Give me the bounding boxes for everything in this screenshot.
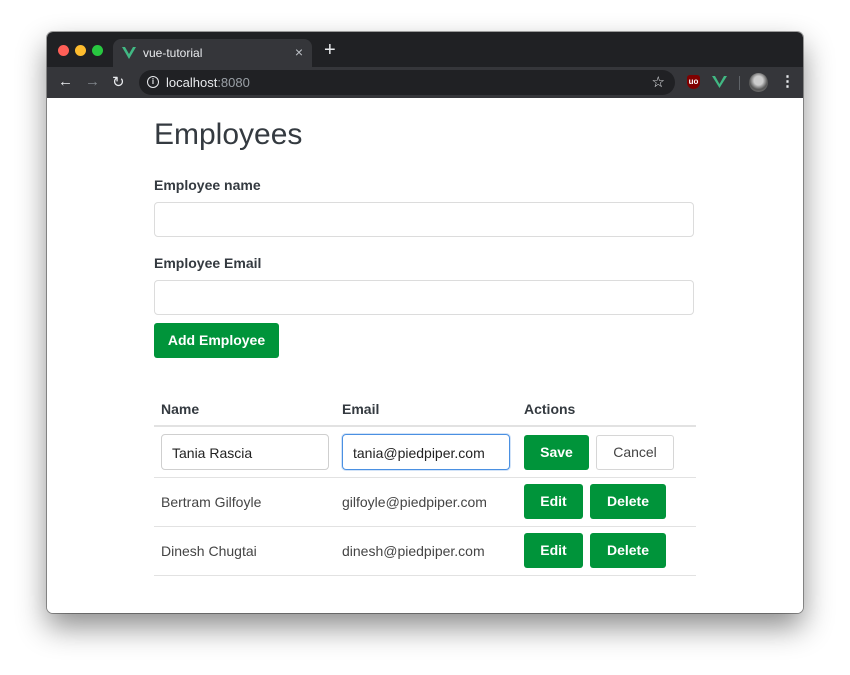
employee-email: gilfoyle@piedpiper.com [342,494,487,510]
edit-button[interactable]: Edit [524,533,583,568]
star-icon[interactable]: ☆ [652,73,665,91]
employee-email-label: Employee Email [154,255,262,271]
forward-arrow-icon[interactable]: → [85,73,100,90]
employee-email-input[interactable] [154,280,694,315]
url-host: localhost [166,75,218,90]
employee-name: Bertram Gilfoyle [161,494,262,510]
row-divider [154,477,696,478]
maximize-window-button[interactable] [92,45,103,56]
employee-name-label: Employee name [154,177,261,193]
reload-icon[interactable]: ↻ [112,73,125,91]
close-tab-icon[interactable]: × [295,44,303,60]
cancel-button[interactable]: Cancel [596,435,674,470]
menu-icon[interactable]: ⋮ [780,72,795,90]
avatar[interactable] [749,73,768,92]
browser-toolbar: ← → ↻ i localhost:8080 ☆ uo ⋮ [47,67,803,98]
column-header-name: Name [161,401,200,417]
vue-favicon-icon [122,47,136,59]
tab-strip: vue-tutorial × + [47,32,803,67]
page-content: Employees Employee name Employee Email A… [47,98,803,613]
employee-name: Dinesh Chugtai [161,543,257,559]
minimize-window-button[interactable] [75,45,86,56]
employee-name-input[interactable] [154,202,694,237]
ublock-icon[interactable]: uo [687,75,700,89]
info-icon[interactable]: i [147,76,159,88]
browser-window: vue-tutorial × + ← → ↻ i localhost:8080 … [47,32,803,613]
column-header-email: Email [342,401,380,417]
browser-tab[interactable]: vue-tutorial × [113,39,312,67]
url-port: :8080 [217,75,250,90]
save-button[interactable]: Save [524,435,589,470]
back-arrow-icon[interactable]: ← [58,73,73,90]
edit-name-input[interactable]: Tania Rascia [161,434,329,470]
toolbar-separator [739,76,740,90]
add-employee-button[interactable]: Add Employee [154,323,279,358]
close-window-button[interactable] [58,45,69,56]
new-tab-button[interactable]: + [324,40,336,60]
column-header-actions: Actions [524,401,576,417]
url-text: localhost:8080 [166,75,250,90]
vue-devtools-icon[interactable] [712,75,727,89]
edit-button[interactable]: Edit [524,484,583,519]
employee-email: dinesh@piedpiper.com [342,543,485,559]
header-divider [154,425,696,427]
page-title: Employees [154,118,303,151]
row-divider [154,575,696,576]
tab-title: vue-tutorial [143,46,203,60]
delete-button[interactable]: Delete [590,533,666,568]
row-divider [154,526,696,527]
edit-email-input[interactable]: tania@piedpiper.com [342,434,510,470]
address-bar[interactable]: i localhost:8080 ☆ [139,70,675,95]
delete-button[interactable]: Delete [590,484,666,519]
